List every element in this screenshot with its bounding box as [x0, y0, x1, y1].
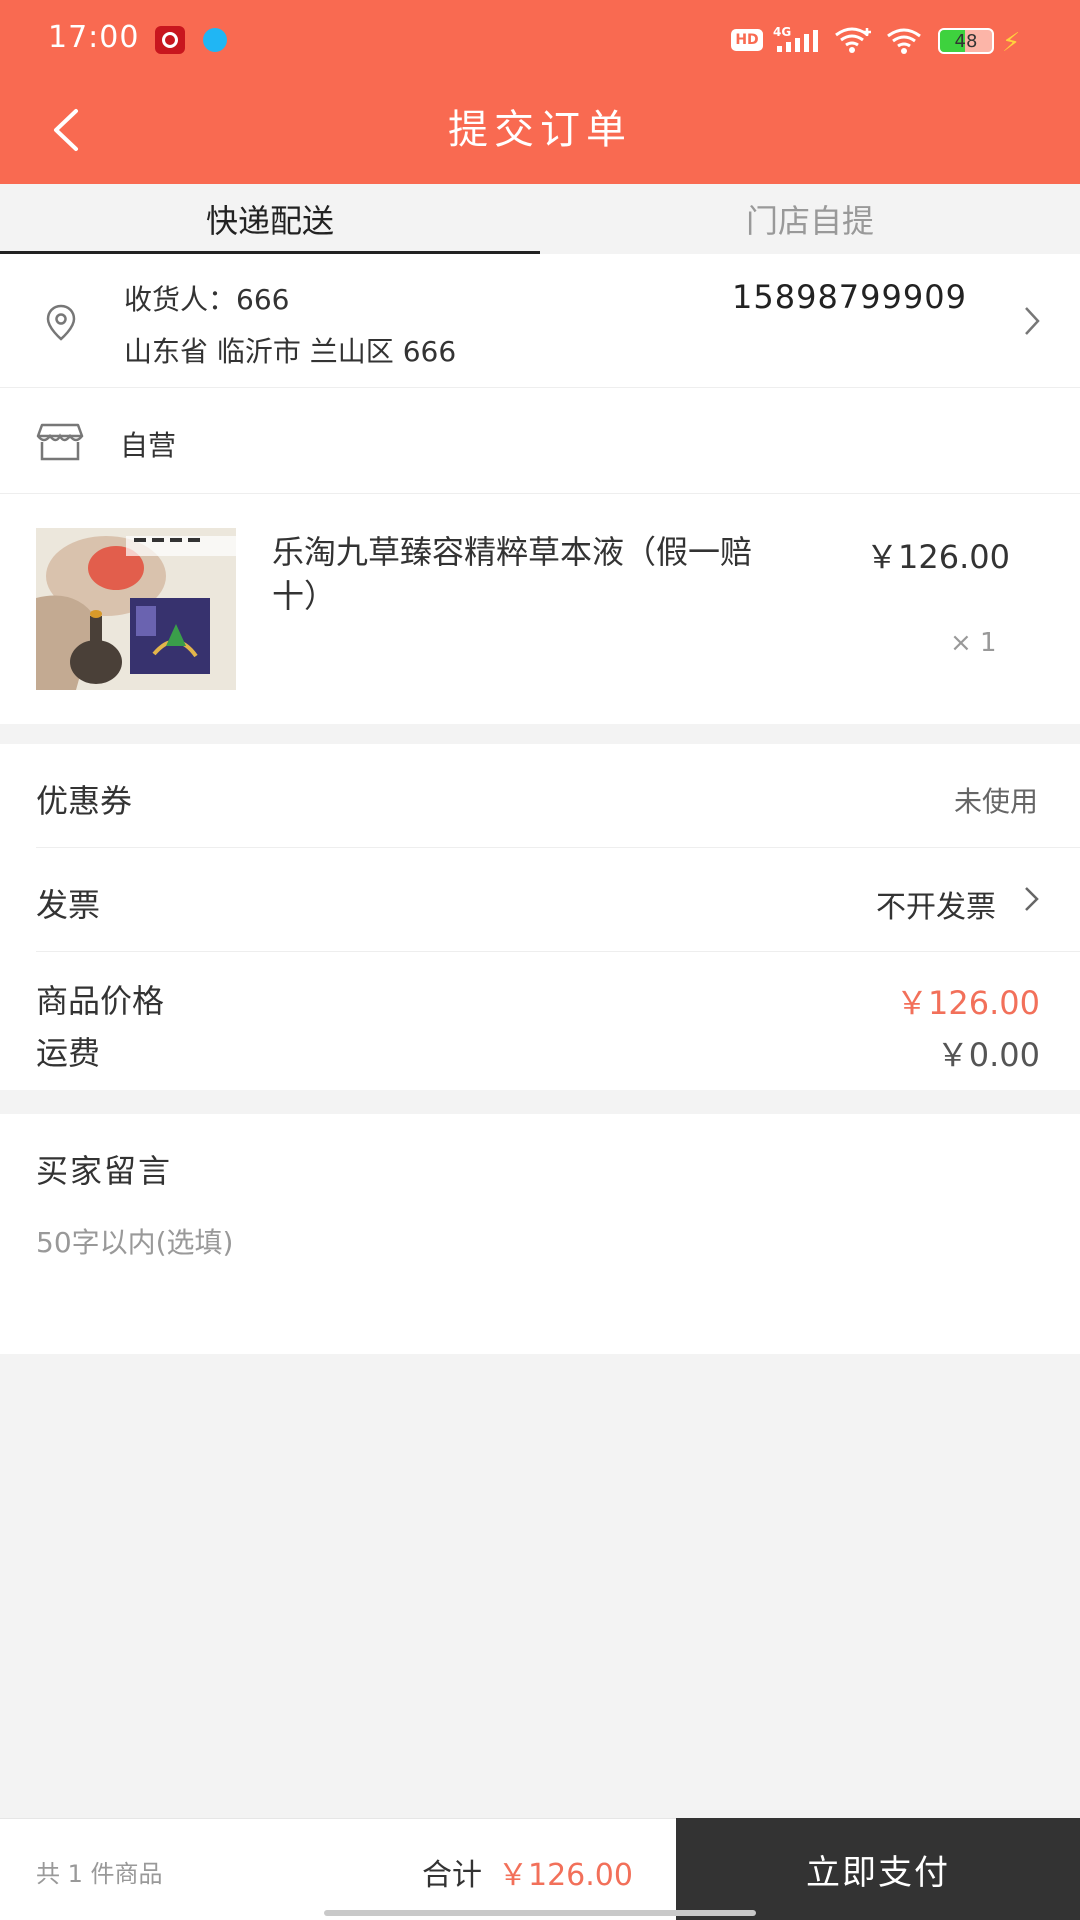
product-image[interactable]: [36, 528, 236, 690]
netease-music-icon: [155, 26, 185, 54]
notification-dot-icon: [203, 28, 227, 52]
item-count: 共 1 件商品: [36, 1860, 163, 1888]
page-title: 提交订单: [448, 107, 632, 153]
status-bar: 17:00 HD 4G 48 ⚡: [0, 0, 1080, 80]
battery-icon: 48: [938, 28, 994, 54]
wifi-icon: [887, 28, 921, 54]
coupon-value: 未使用: [953, 785, 1038, 818]
cellular-signal-icon: 4G: [773, 25, 818, 52]
receiver-name: 收货人：666: [124, 283, 290, 316]
buyer-message-input[interactable]: [36, 1218, 1036, 1266]
buyer-message-title: 买家留言: [36, 1152, 173, 1190]
total-label: 合计: [422, 1858, 482, 1893]
wifi-plus-icon: [835, 27, 871, 53]
coupon-label: 优惠券: [36, 782, 133, 820]
store-name: 自营: [120, 429, 177, 462]
invoice-value: 不开发票: [876, 890, 996, 925]
coupon-row[interactable]: [36, 744, 1080, 848]
product-price: ￥126.00: [866, 538, 1010, 576]
status-time: 17:00: [48, 20, 140, 55]
freight-value: ￥0.00: [936, 1036, 1040, 1074]
total-value: ￥126.00: [498, 1858, 633, 1893]
goods-price-label: 商品价格: [36, 982, 165, 1020]
product-quantity: × 1: [950, 628, 997, 658]
address-detail: 山东省 临沂市 兰山区 666: [124, 335, 457, 368]
charging-icon: ⚡: [1002, 28, 1021, 58]
receiver-phone: 15898799909: [732, 278, 967, 316]
product-photo: [36, 528, 236, 690]
home-indicator[interactable]: [324, 1910, 756, 1916]
location-pin-icon: [46, 304, 76, 341]
header-bar: 17:00 HD 4G 48 ⚡ 提交订单: [0, 0, 1080, 184]
battery-level: 48: [954, 30, 978, 52]
delivery-tabs: 快递配送 门店自提: [0, 184, 1080, 254]
store-icon: [36, 423, 84, 461]
chevron-right-icon: [1025, 887, 1039, 911]
pay-now-button[interactable]: 立即支付: [676, 1818, 1080, 1920]
tab-express-delivery[interactable]: 快递配送: [0, 184, 540, 254]
goods-price-value: ￥126.00: [896, 984, 1040, 1022]
product-title: 乐淘九草臻容精粹草本液（假一赔十）: [272, 533, 753, 615]
chevron-right-icon: [1025, 307, 1040, 335]
freight-label: 运费: [36, 1034, 101, 1072]
tab-store-pickup[interactable]: 门店自提: [540, 184, 1080, 254]
network-type: 4G: [773, 25, 791, 39]
invoice-label: 发票: [36, 886, 101, 924]
hd-badge: HD: [731, 29, 763, 51]
